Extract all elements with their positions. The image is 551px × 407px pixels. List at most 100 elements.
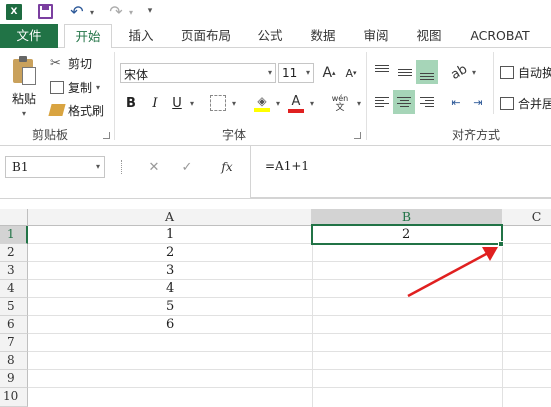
increase-indent-button[interactable]: ⇥ [468, 92, 488, 112]
cut-label: 剪切 [68, 56, 93, 71]
cut-button[interactable]: ✂ 剪切 [50, 54, 114, 72]
merge-center-label: 合并居 [518, 96, 551, 111]
font-size-value: 11 [282, 66, 298, 80]
copy-dropdown-icon: ▾ [96, 82, 101, 92]
align-left-button[interactable] [372, 92, 392, 112]
tab-file[interactable]: 文件 [0, 24, 58, 48]
align-middle-button[interactable] [395, 62, 415, 82]
tab-review[interactable]: 审阅 [358, 24, 394, 48]
row-header-10[interactable]: 10 [0, 388, 28, 407]
name-box[interactable]: B1 ▾ [5, 156, 105, 178]
cell-a1[interactable]: 1 [166, 226, 174, 244]
cell-a6[interactable]: 6 [166, 316, 174, 334]
column-header-c[interactable]: C [502, 209, 551, 226]
row-header-7[interactable]: 7 [0, 334, 28, 352]
font-color-swatch [288, 108, 304, 113]
tab-home[interactable]: 开始 [64, 24, 112, 49]
tab-insert[interactable]: 插入 [121, 24, 161, 48]
gridline [28, 351, 551, 352]
enter-icon[interactable]: ✓ [176, 157, 198, 177]
cell-a2[interactable]: 2 [166, 244, 174, 262]
underline-dropdown-icon[interactable]: ▾ [188, 97, 196, 109]
align-right-button[interactable] [417, 92, 437, 112]
formula-bar-splitter[interactable] [121, 160, 123, 174]
row-header-1[interactable]: 1 [0, 226, 28, 244]
grow-font-icon: A [322, 65, 333, 81]
gridline [312, 226, 313, 407]
worksheet-grid[interactable]: A B C 1 2 3 4 5 6 7 8 9 10 1 2 3 4 5 6 2 [0, 198, 551, 407]
tab-view[interactable]: 视图 [411, 24, 447, 48]
orientation-dropdown-icon[interactable]: ▾ [470, 66, 478, 78]
font-size-select[interactable]: 11 ▾ [278, 63, 314, 83]
undo-dropdown-icon[interactable]: ▾ [88, 6, 96, 18]
align-center-button[interactable] [393, 90, 415, 114]
tab-formulas[interactable]: 公式 [252, 24, 288, 48]
borders-dropdown-icon[interactable]: ▾ [230, 97, 238, 109]
select-all-corner[interactable] [0, 209, 28, 226]
cancel-icon[interactable]: ✕ [143, 157, 165, 177]
customize-qat-icon[interactable]: ▾ [145, 4, 155, 18]
phonetic-guide-button[interactable]: wén 文 [326, 92, 354, 114]
cell-a3[interactable]: 3 [166, 262, 174, 280]
gridline [28, 369, 551, 370]
font-name-select[interactable]: 宋体 ▾ [120, 63, 276, 83]
row-header-8[interactable]: 8 [0, 352, 28, 370]
copy-label: 复制 [68, 80, 93, 95]
paste-dropdown-icon: ▾ [21, 109, 26, 118]
bold-button[interactable]: B [122, 93, 140, 113]
alignment-group-label: 对齐方式 [452, 128, 501, 142]
ribbon-home: 粘贴 ▾ ✂ 剪切 复制 ▾ 格式刷 剪贴板 宋体 ▾ 11 ▾ A ▴ A ▾ B… [0, 48, 551, 146]
wrap-text-button[interactable]: 自动换 [500, 63, 551, 81]
fx-icon[interactable]: fx [216, 157, 238, 177]
redo-icon[interactable]: ↷ [107, 2, 125, 21]
red-annotation-arrow [407, 247, 498, 298]
font-name-value: 宋体 [124, 68, 149, 82]
merge-icon [500, 96, 514, 110]
row-header-4[interactable]: 4 [0, 280, 28, 298]
gridline [28, 315, 551, 316]
wrap-text-icon [500, 65, 514, 79]
paste-label: 粘贴 [11, 92, 36, 106]
tab-acrobat[interactable]: ACROBAT [464, 24, 536, 48]
grow-font-button[interactable]: A ▴ [320, 63, 338, 83]
row-header-2[interactable]: 2 [0, 244, 28, 262]
font-color-dropdown-icon[interactable]: ▾ [308, 97, 316, 109]
name-box-value: B1 [12, 160, 29, 174]
row-header-3[interactable]: 3 [0, 262, 28, 280]
row-header-5[interactable]: 5 [0, 298, 28, 316]
align-top-button[interactable] [372, 62, 392, 82]
cell-a5[interactable]: 5 [166, 298, 174, 316]
ribbon-tabs: 文件 开始 插入 页面布局 公式 数据 审阅 视图 ACROBAT [0, 24, 551, 49]
underline-button[interactable]: U [168, 93, 186, 113]
chevron-down-icon: ▾ [95, 162, 100, 171]
column-header-a[interactable]: A [28, 209, 312, 226]
cell-a4[interactable]: 4 [166, 280, 174, 298]
copy-button[interactable]: 复制 ▾ [50, 78, 114, 96]
phonetic-glyph: 文 [335, 102, 345, 113]
align-bottom-button[interactable] [416, 60, 438, 84]
font-color-button[interactable]: A [287, 91, 305, 115]
shrink-font-button[interactable]: A ▾ [342, 63, 360, 83]
formula-bar-area: B1 ▾ ✕ ✓ fx =A1+1 [0, 146, 551, 198]
redo-dropdown-icon[interactable]: ▾ [127, 6, 135, 18]
row-header-6[interactable]: 6 [0, 316, 28, 334]
chevron-down-icon: ▾ [267, 68, 272, 77]
borders-button[interactable] [210, 95, 226, 111]
paste-button[interactable]: 粘贴 ▾ [6, 54, 42, 120]
merge-center-button[interactable]: 合并居 [500, 94, 551, 112]
formula-input[interactable]: =A1+1 [250, 146, 551, 198]
italic-button[interactable]: I [146, 93, 164, 113]
tab-page-layout[interactable]: 页面布局 [176, 24, 236, 48]
group-separator [366, 52, 367, 140]
phonetic-dropdown-icon[interactable]: ▾ [355, 97, 363, 109]
font-dialog-launcher-icon[interactable] [354, 132, 361, 139]
clipboard-dialog-launcher-icon[interactable] [103, 132, 110, 139]
decrease-indent-button[interactable]: ⇤ [446, 92, 466, 112]
row-header-9[interactable]: 9 [0, 370, 28, 388]
save-icon[interactable] [38, 4, 53, 19]
format-painter-button[interactable]: 格式刷 [48, 101, 114, 119]
tab-data[interactable]: 数据 [305, 24, 341, 48]
fill-color-button[interactable]: ◈ [253, 91, 271, 115]
undo-icon[interactable]: ↶ [68, 2, 86, 21]
fill-color-dropdown-icon[interactable]: ▾ [274, 97, 282, 109]
